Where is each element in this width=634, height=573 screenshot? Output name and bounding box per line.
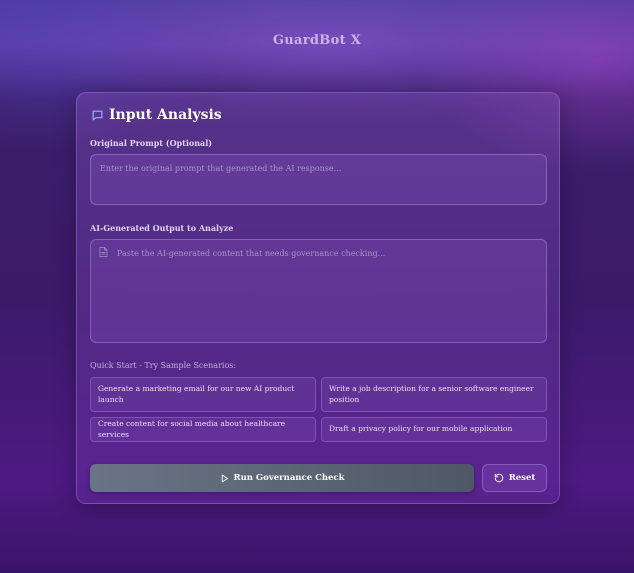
sample-scenario-button[interactable]: Write a job description for a senior sof… <box>321 377 547 412</box>
ai-output-input[interactable]: Paste the AI-generated content that need… <box>90 239 547 343</box>
app-title: GuardBot X <box>272 33 362 48</box>
quick-start-label: Quick Start - Try Sample Scenarios: <box>90 361 237 370</box>
card-header: Input Analysis <box>91 107 222 123</box>
original-prompt-input[interactable]: Enter the original prompt that generated… <box>90 154 547 205</box>
input-analysis-card: Input Analysis Original Prompt (Optional… <box>76 92 560 504</box>
sample-scenario-button[interactable]: Create content for social media about he… <box>90 417 316 442</box>
message-square-icon <box>92 110 103 120</box>
reset-button-label: Reset <box>508 473 536 483</box>
run-button-label: Run Governance Check <box>233 473 345 483</box>
original-prompt-label: Original Prompt (Optional) <box>90 138 213 148</box>
sample-scenario-button[interactable]: Draft a privacy policy for our mobile ap… <box>321 417 547 442</box>
run-governance-check-button[interactable]: Run Governance Check <box>90 464 474 492</box>
reset-button[interactable]: Reset <box>482 464 547 492</box>
original-prompt-placeholder: Enter the original prompt that generated… <box>100 164 342 173</box>
document-icon <box>99 247 108 257</box>
ai-output-label: AI-Generated Output to Analyze <box>90 223 234 233</box>
card-title: Input Analysis <box>109 107 222 123</box>
play-icon <box>221 474 228 482</box>
sample-scenario-button[interactable]: Generate a marketing email for our new A… <box>90 377 316 412</box>
ai-output-placeholder: Paste the AI-generated content that need… <box>117 249 386 258</box>
rotate-ccw-icon <box>494 473 503 483</box>
